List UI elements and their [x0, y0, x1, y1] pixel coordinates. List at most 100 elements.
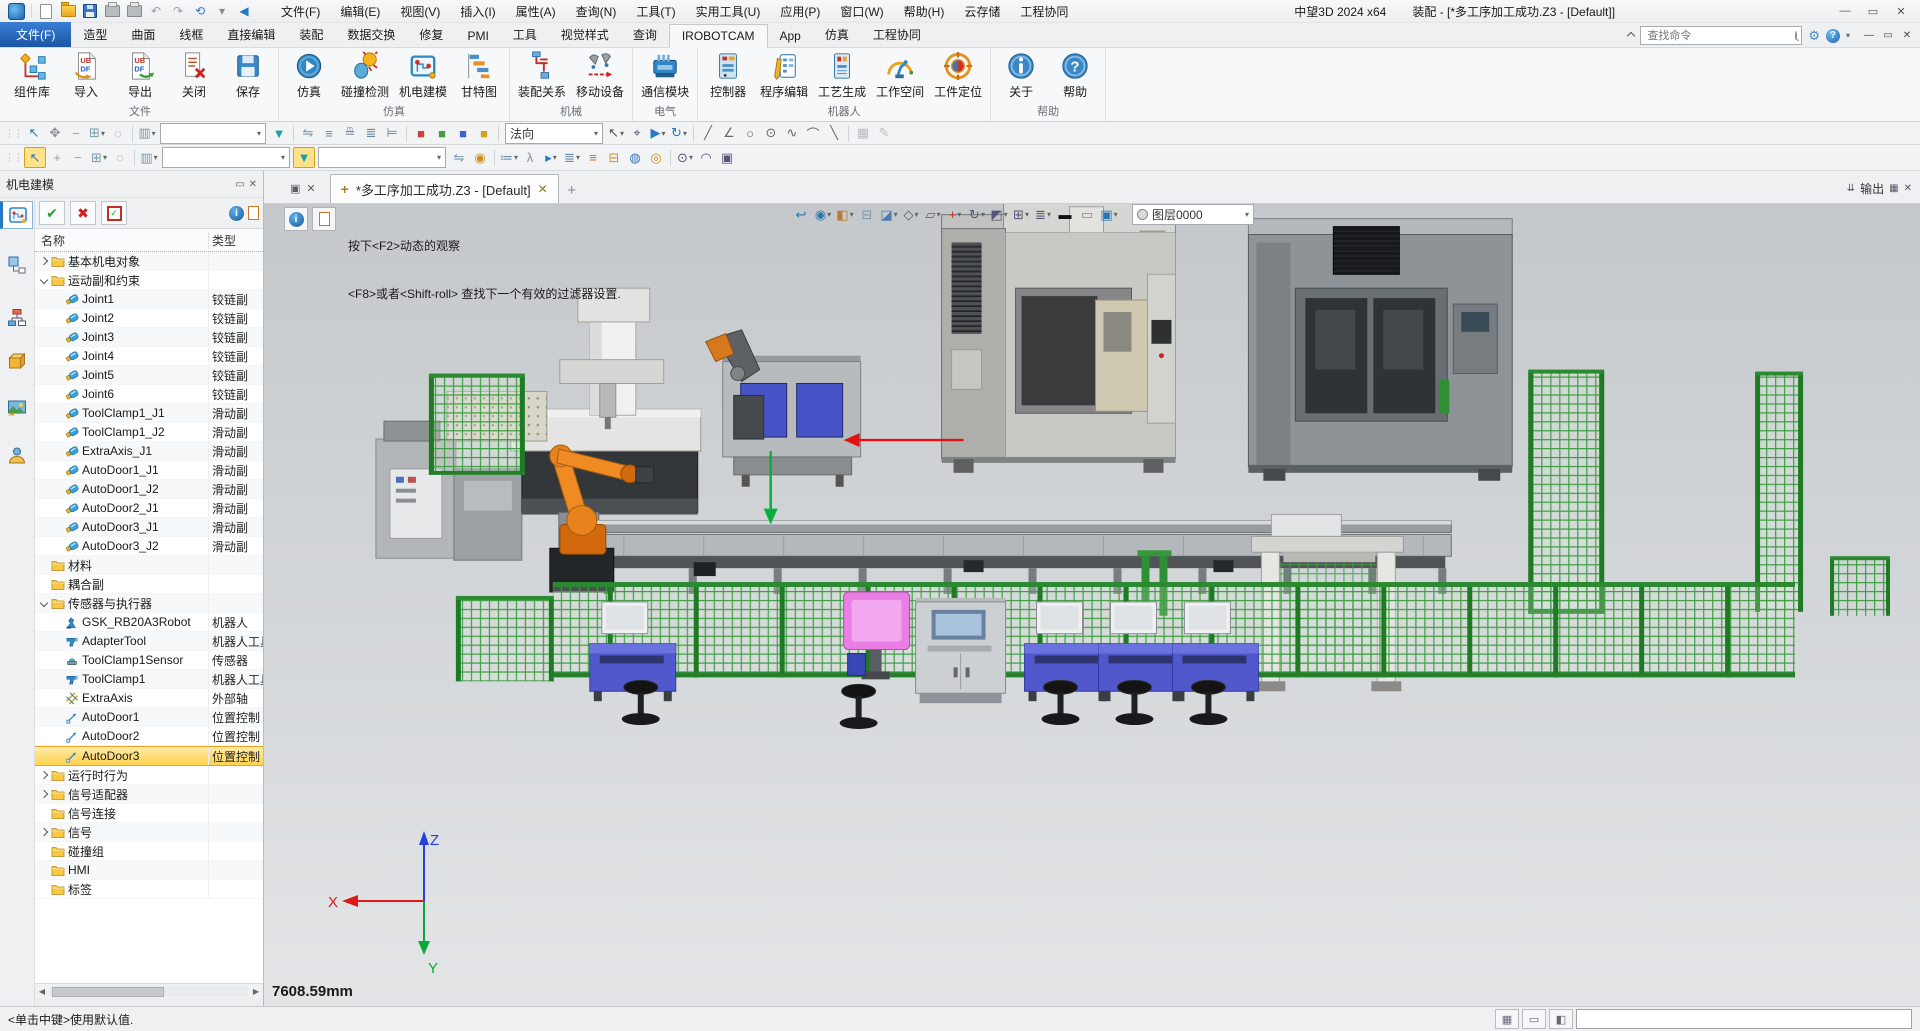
draw-polyline-icon[interactable]: ∠ — [719, 124, 739, 143]
tree-row-13[interactable]: AutoDoor2_J1滑动副 — [35, 499, 263, 518]
panel-float-icon[interactable]: ▭ — [235, 179, 244, 190]
appearance-blue-icon[interactable]: ■ — [453, 124, 473, 143]
tree-row-17[interactable]: 耦合副 — [35, 575, 263, 594]
select-cursor-icon[interactable]: ↖ — [24, 124, 44, 143]
panel-close-icon[interactable]: ✕ — [249, 179, 257, 190]
menu-item-2[interactable]: 视图(V) — [391, 1, 449, 22]
draw-circle-icon[interactable]: ○ — [740, 124, 760, 143]
ribbon-tab-10[interactable]: 视觉样式 — [549, 22, 621, 47]
combo-normal[interactable]: 法向▾ — [505, 123, 603, 144]
tree-row-24[interactable]: AutoDoor1位置控制 — [35, 708, 263, 727]
new-tab-button[interactable]: + — [559, 177, 585, 203]
scroll-thumb[interactable] — [52, 987, 164, 997]
tree-row-21[interactable]: ToolClamp1Sensor传感器 — [35, 651, 263, 670]
apply-checkbox-button[interactable]: ✓ — [101, 201, 127, 225]
help-icon[interactable]: ? — [1826, 29, 1840, 43]
return-arrow-icon[interactable]: ↩ — [791, 204, 811, 225]
expander-icon[interactable] — [37, 772, 51, 778]
info-circle-button[interactable]: i — [284, 207, 308, 231]
ribbon-tab-9[interactable]: 工具 — [501, 22, 549, 47]
panel-hscrollbar[interactable]: ◀ ▶ — [35, 983, 263, 998]
zw3d-logo-icon[interactable] — [8, 3, 25, 19]
expander-icon[interactable] — [37, 829, 51, 835]
play-forward-icon[interactable]: ▶▾ — [648, 124, 668, 143]
arc-handle-icon[interactable]: ◠ — [696, 148, 716, 167]
select-cursor-active-icon[interactable]: ↖ — [24, 147, 46, 168]
tree-row-19[interactable]: GSK_RB20A3Robot机器人 — [35, 613, 263, 632]
display-mode-icon[interactable]: ▭ — [1522, 1009, 1546, 1029]
safety-fence-far-right[interactable] — [1755, 372, 1803, 612]
grip-icon[interactable]: ⋮⋮ — [3, 124, 23, 143]
doc-restore-icon[interactable]: ▣ — [290, 182, 300, 195]
appearance-red-icon[interactable]: ■ — [411, 124, 431, 143]
info-icon[interactable]: i — [229, 206, 244, 221]
gear-icon[interactable]: ⚙ — [1808, 28, 1820, 44]
safety-fence-front-left[interactable] — [456, 596, 554, 681]
swap-ends-icon[interactable]: ⇋ — [298, 124, 318, 143]
expander-icon[interactable] — [37, 791, 51, 797]
output-dock-tab[interactable]: ⇊ 输出 ▦ ✕ — [1839, 180, 1920, 203]
expander-icon[interactable] — [37, 600, 51, 606]
tree-row-18[interactable]: 传感器与执行器 — [35, 594, 263, 613]
ribbon-button-0-0[interactable]: 组件库 — [6, 50, 58, 101]
combo-empty-wide2[interactable]: ▾ — [318, 147, 446, 168]
expander-icon[interactable] — [37, 258, 51, 264]
tree-row-9[interactable]: ToolClamp1_J2滑动副 — [35, 423, 263, 442]
minimize-button[interactable]: — — [1832, 2, 1858, 20]
tree-row-28[interactable]: 信号适配器 — [35, 785, 263, 804]
filter-funnel-active-icon[interactable]: ▼ — [293, 147, 315, 168]
ribbon-button-4-0[interactable]: 控制器 — [702, 50, 754, 101]
ribbon-tab-6[interactable]: 数据交换 — [335, 22, 407, 47]
dropdown-icon[interactable]: ▾ — [214, 3, 230, 19]
ribbon-tab-13[interactable]: App — [768, 25, 813, 47]
menu-item-0[interactable]: 文件(F) — [272, 1, 329, 22]
ribbon-tab-11[interactable]: 查询 — [621, 22, 669, 47]
status-input[interactable] — [1576, 1009, 1912, 1029]
menu-item-10[interactable]: 帮助(H) — [895, 1, 954, 22]
safety-fence-left[interactable] — [429, 374, 525, 475]
tree-row-2[interactable]: Joint1铰链副 — [35, 290, 263, 309]
workspace-box-icon[interactable] — [3, 347, 31, 375]
grid-display-gray-icon[interactable]: ▦ — [853, 124, 873, 143]
play-small-icon[interactable]: ▸▾ — [541, 148, 561, 167]
ribbon-button-4-2[interactable]: 工艺生成 — [814, 50, 870, 101]
cancel-button[interactable]: ✖ — [70, 201, 96, 225]
grid-plus-icon[interactable]: ⊞▾ — [89, 148, 109, 167]
ribbon-button-5-0[interactable]: 关于 — [995, 50, 1047, 101]
tree-row-12[interactable]: AutoDoor1_J2滑动副 — [35, 480, 263, 499]
refresh-icon[interactable]: ⟲ — [192, 3, 208, 19]
ribbon-tab-5[interactable]: 装配 — [287, 22, 335, 47]
swap-ends-icon[interactable]: ⇋ — [449, 148, 469, 167]
appearance-gold-icon[interactable]: ■ — [474, 124, 494, 143]
walk-figure-icon[interactable]: λ — [520, 148, 540, 167]
draw-line2-icon[interactable]: ╲ — [824, 124, 844, 143]
ribbon-collapse-icon[interactable] — [1627, 31, 1635, 39]
scene-view-icon[interactable] — [3, 394, 31, 422]
filter-funnel-icon[interactable]: ▼ — [269, 124, 289, 143]
ribbon-tab-8[interactable]: PMI — [455, 25, 500, 47]
pan-hand-icon[interactable]: ✥ — [45, 124, 65, 143]
undo-icon[interactable]: ↶ — [148, 3, 164, 19]
appearance-green-icon[interactable]: ■ — [432, 124, 452, 143]
cnc-machine-1[interactable] — [942, 199, 1176, 473]
tree-row-32[interactable]: HMI — [35, 861, 263, 880]
draw-circle-center-icon[interactable]: ⊙ — [761, 124, 781, 143]
confirm-button[interactable]: ✔ — [39, 201, 65, 225]
ribbon-button-2-0[interactable]: 装配关系 — [514, 50, 570, 101]
stack-books-icon[interactable]: ≡ — [583, 148, 603, 167]
doc-restore-button[interactable]: ▭ — [1879, 28, 1897, 43]
ribbon-button-0-1[interactable]: UBDF导入 — [60, 50, 112, 101]
sketch-doc-button[interactable] — [312, 207, 336, 231]
play-orbit-icon[interactable]: ↻▾ — [669, 124, 689, 143]
wireframe-cube-icon[interactable]: ◇▾ — [901, 204, 921, 225]
combo-empty-wide[interactable]: ▾ — [162, 147, 290, 168]
ribbon-button-0-4[interactable]: 保存 — [222, 50, 274, 101]
output-close-icon[interactable]: ✕ — [1904, 183, 1912, 194]
ribbon-button-4-1[interactable]: 程序编辑 — [756, 50, 812, 101]
tree-row-0[interactable]: 基本机电对象 — [35, 252, 263, 271]
circle-dot-icon[interactable]: ⊙▾ — [675, 148, 695, 167]
plus-icon[interactable]: + — [47, 148, 67, 167]
align-top-icon[interactable]: ≡ — [319, 124, 339, 143]
menu-item-4[interactable]: 属性(A) — [507, 1, 565, 22]
grid-toggle-icon[interactable]: ⊞▾ — [1011, 204, 1031, 225]
